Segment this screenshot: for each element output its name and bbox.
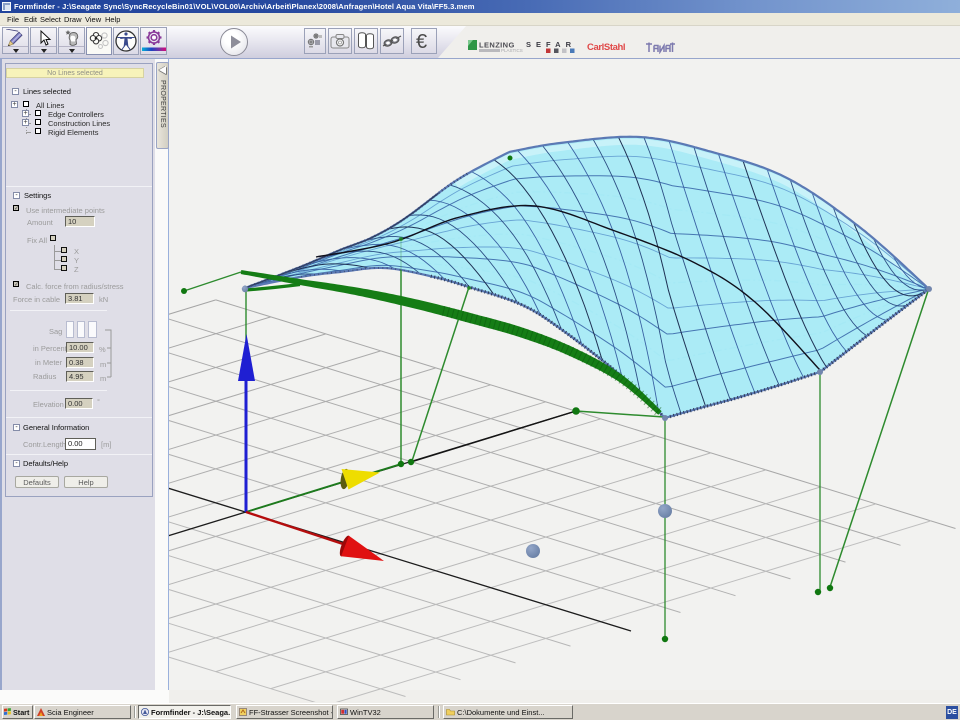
svg-text:€: €	[416, 31, 427, 51]
svg-text:PLASTICS: PLASTICS	[501, 48, 523, 53]
svg-text:SEFAR: SEFAR	[526, 40, 576, 49]
svg-text:CarlStahl: CarlStahl	[587, 42, 625, 53]
